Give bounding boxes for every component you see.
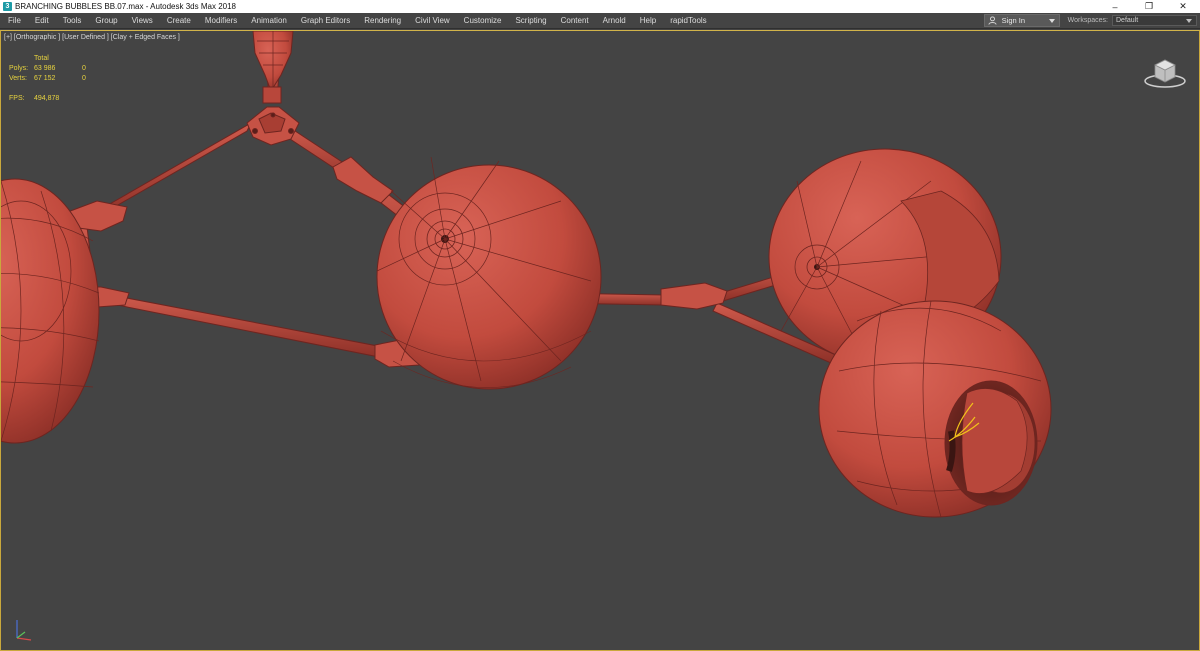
menu-animation[interactable]: Animation bbox=[244, 13, 294, 29]
polys-label: Polys: bbox=[9, 65, 29, 72]
tube-top-left bbox=[95, 121, 253, 219]
menu-scripting[interactable]: Scripting bbox=[508, 13, 553, 29]
menu-arnold[interactable]: Arnold bbox=[596, 13, 633, 29]
verts-total: 67 152 bbox=[34, 75, 56, 82]
user-icon bbox=[988, 16, 998, 26]
minimize-button[interactable]: – bbox=[1098, 0, 1132, 13]
menu-views[interactable]: Views bbox=[125, 13, 160, 29]
window-title: BRANCHING BUBBLES BB.07.max - Autodesk 3… bbox=[15, 2, 236, 11]
sphere-center[interactable] bbox=[376, 156, 602, 390]
3dsmax-app-icon: 3 bbox=[3, 2, 12, 11]
axis-tripod-icon bbox=[9, 614, 39, 644]
perspective-viewport[interactable]: [+] [Orthographic ] [User Defined ] [Cla… bbox=[0, 30, 1200, 651]
fps-value: 494,878 bbox=[34, 95, 60, 102]
stats-header: Total bbox=[34, 55, 49, 62]
fps-label: FPS: bbox=[9, 95, 25, 102]
polys-total: 63 986 bbox=[34, 65, 56, 72]
menu-tools[interactable]: Tools bbox=[56, 13, 89, 29]
menu-civil-view[interactable]: Civil View bbox=[408, 13, 457, 29]
viewport-label-menu[interactable]: [+] [Orthographic ] [User Defined ] [Cla… bbox=[4, 34, 180, 41]
menu-content[interactable]: Content bbox=[554, 13, 596, 29]
menu-create[interactable]: Create bbox=[160, 13, 198, 29]
tube-lower bbox=[106, 294, 384, 358]
restore-button[interactable]: ❐ bbox=[1132, 0, 1166, 13]
connector-upper bbox=[332, 156, 394, 204]
chevron-down-icon bbox=[1186, 19, 1192, 23]
chevron-down-icon bbox=[1048, 19, 1055, 23]
menu-rapidtools[interactable]: rapidTools bbox=[663, 13, 713, 29]
workspace-select[interactable]: Default bbox=[1112, 15, 1197, 26]
workspace-value: Default bbox=[1116, 17, 1139, 24]
sign-in-label: Sign In bbox=[1001, 16, 1026, 25]
viewcube-icon[interactable] bbox=[1141, 51, 1189, 91]
menu-edit[interactable]: Edit bbox=[28, 13, 56, 29]
statistics-overlay: Total Polys: 63 986 0 Verts: 67 152 0 FP… bbox=[9, 54, 86, 104]
title-bar: 3 BRANCHING BUBBLES BB.07.max - Autodesk… bbox=[0, 0, 1200, 13]
workspaces-label: Workspaces: bbox=[1067, 17, 1108, 24]
3dsmax-window: 3 BRANCHING BUBBLES BB.07.max - Autodesk… bbox=[0, 0, 1200, 651]
polys-selected: 0 bbox=[82, 65, 86, 72]
scene-canvas[interactable] bbox=[1, 31, 1199, 650]
menu-group[interactable]: Group bbox=[88, 13, 124, 29]
menu-customize[interactable]: Customize bbox=[457, 13, 509, 29]
close-button[interactable]: ✕ bbox=[1166, 0, 1200, 13]
verts-selected: 0 bbox=[82, 75, 86, 82]
top-junction[interactable] bbox=[246, 106, 300, 146]
menu-modifiers[interactable]: Modifiers bbox=[198, 13, 244, 29]
top-bulb[interactable] bbox=[252, 31, 294, 104]
sign-in-dropdown[interactable]: Sign In bbox=[983, 14, 1060, 27]
menu-graph-editors[interactable]: Graph Editors bbox=[294, 13, 357, 29]
sphere-right-lower[interactable] bbox=[818, 300, 1052, 518]
verts-label: Verts: bbox=[9, 75, 27, 82]
menu-help[interactable]: Help bbox=[633, 13, 663, 29]
menu-file[interactable]: File bbox=[0, 13, 28, 29]
menu-bar: File Edit Tools Group Views Create Modif… bbox=[0, 13, 1200, 29]
menu-rendering[interactable]: Rendering bbox=[357, 13, 408, 29]
